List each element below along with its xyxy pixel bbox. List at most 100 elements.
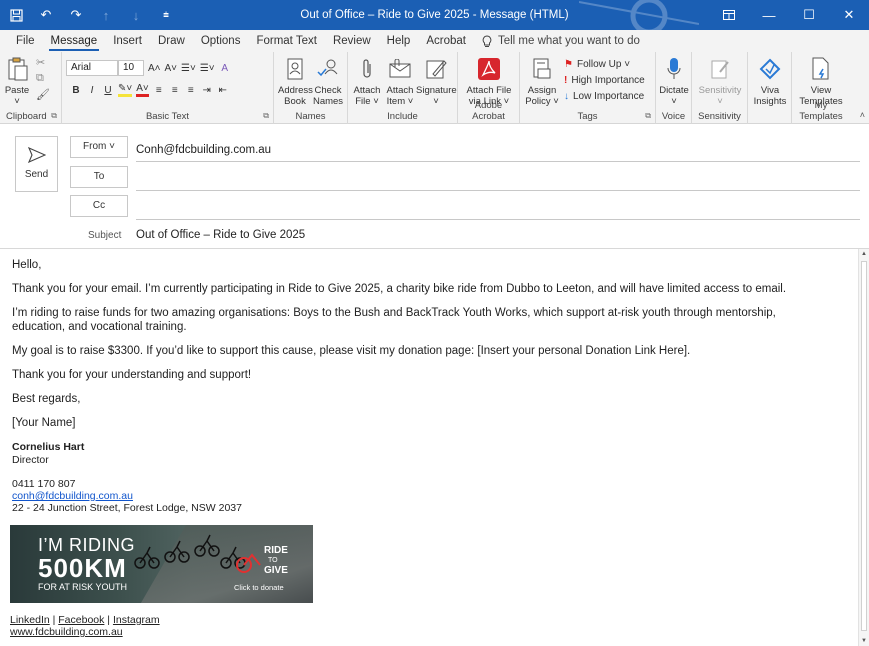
highlight-icon[interactable]: ✎˅ [118, 83, 133, 97]
linkedin-link[interactable]: LinkedIn [10, 614, 50, 626]
banner-line-3: FOR AT RISK YOUTH [38, 582, 128, 592]
envelope-clip-icon [386, 55, 414, 83]
italic-button[interactable]: I [86, 85, 98, 96]
send-button[interactable]: Send [15, 136, 58, 192]
ride-to-give-banner[interactable]: I’M RIDING 500KM FOR AT RISK YOUTH RIDE … [10, 525, 313, 603]
down-arrow-icon[interactable]: ↓ [128, 7, 144, 23]
facebook-link[interactable]: Facebook [58, 614, 104, 626]
body-paragraph-2a: I’m riding to raise funds for two amazin… [12, 307, 776, 319]
tab-options[interactable]: Options [193, 30, 249, 52]
tags-launcher-icon[interactable]: ⧉ [645, 111, 651, 121]
signature-button[interactable]: Signature ˅ [416, 55, 457, 107]
outdent-icon[interactable]: ⇤ [217, 85, 229, 96]
customize-toolbar-icon[interactable]: ⩧ [158, 7, 174, 23]
microphone-icon [660, 55, 688, 83]
website-link[interactable]: www.fdcbuilding.com.au [10, 626, 123, 638]
ribbon-display-icon[interactable] [709, 0, 749, 30]
body-paragraph-3: My goal is to raise $3300. If you’d like… [12, 345, 691, 357]
sensitivity-label-2: ˅ [717, 96, 723, 107]
close-button[interactable]: ✕ [829, 0, 869, 30]
underline-button[interactable]: U [102, 85, 114, 96]
sensitivity-button[interactable]: Sensitivity ˅ [694, 55, 746, 107]
high-importance-button[interactable]: ! High Importance [564, 72, 645, 88]
group-voice: Dictate ˅ Voice [656, 52, 692, 124]
message-body[interactable]: Hello, Thank you for your email. I’m cur… [12, 258, 852, 514]
tab-help[interactable]: Help [379, 30, 419, 52]
scroll-down-icon[interactable]: ▼ [861, 638, 867, 644]
font-name-value: Arial [71, 62, 92, 73]
attach-file-button[interactable]: Attach File ˅ [352, 55, 382, 107]
check-names-button[interactable]: Check Names [312, 55, 344, 107]
cc-input[interactable] [136, 195, 860, 219]
collapse-ribbon-icon[interactable]: ˄ [860, 110, 865, 120]
subject-input[interactable]: Out of Office – Ride to Give 2025 [136, 229, 305, 241]
tab-acrobat[interactable]: Acrobat [418, 30, 474, 52]
numbering-icon[interactable]: ☰˅ [200, 63, 215, 74]
align-left-icon[interactable]: ≡ [153, 85, 165, 96]
tab-review[interactable]: Review [325, 30, 379, 52]
dictate-button[interactable]: Dictate ˅ [658, 55, 690, 107]
signature-name: Cornelius Hart [12, 441, 85, 453]
indent-icon[interactable]: ⇥ [201, 85, 213, 96]
from-button[interactable]: From ˅ [70, 136, 128, 158]
tab-file[interactable]: File [8, 30, 43, 52]
address-book-label-2: Book [284, 96, 306, 107]
bullets-icon[interactable]: ☰˅ [181, 63, 196, 74]
assign-policy-button[interactable]: Assign Policy ˅ [524, 55, 560, 107]
cut-icon[interactable]: ✂ [36, 56, 45, 69]
viva-label-1: Viva [760, 85, 780, 96]
check-names-label-1: Check [314, 85, 342, 96]
address-book-button[interactable]: Address Book [278, 55, 313, 107]
format-painter-icon[interactable]: 🖌 [36, 88, 50, 101]
redo-icon[interactable]: ↷ [68, 7, 84, 23]
copy-icon[interactable]: ⧉ [36, 72, 44, 85]
font-name-combo[interactable]: Arial [66, 60, 118, 76]
tab-message[interactable]: Message [43, 30, 106, 52]
paperclip-icon [353, 55, 381, 83]
scroll-thumb[interactable] [861, 261, 867, 631]
low-importance-button[interactable]: ↓ Low Importance [564, 88, 644, 104]
paste-button[interactable]: Paste ˅ [4, 55, 30, 107]
signature-email-link[interactable]: conh@fdcbuilding.com.au [12, 490, 133, 502]
to-button[interactable]: To [70, 166, 128, 188]
instagram-link[interactable]: Instagram [113, 614, 160, 626]
body-scrollbar[interactable]: ▲ ▼ [858, 249, 869, 646]
up-arrow-icon[interactable]: ↑ [98, 7, 114, 23]
undo-icon[interactable]: ↶ [38, 7, 54, 23]
sensitivity-label-1: Sensitivity [698, 85, 742, 96]
assign-policy-label-2: Policy ˅ [525, 96, 559, 107]
paste-dropdown-icon: ˅ [14, 96, 20, 107]
font-color-icon[interactable]: A˅ [136, 83, 149, 97]
tab-insert[interactable]: Insert [105, 30, 150, 52]
tab-format-text[interactable]: Format Text [248, 30, 325, 52]
send-label: Send [24, 169, 49, 180]
scroll-up-icon[interactable]: ▲ [861, 251, 867, 257]
save-icon[interactable] [8, 7, 24, 23]
tab-draw[interactable]: Draw [150, 30, 193, 52]
high-importance-icon: ! [564, 74, 568, 86]
bold-button[interactable]: B [70, 85, 82, 96]
basic-text-launcher-icon[interactable]: ⧉ [263, 111, 269, 121]
logo-word-2: TO [268, 557, 278, 564]
body-paragraph-1: Thank you for your email. I’m currently … [12, 283, 787, 295]
cc-button[interactable]: Cc [70, 195, 128, 217]
clipboard-launcher-icon[interactable]: ⧉ [51, 111, 57, 121]
shrink-font-icon[interactable]: A˅ [165, 63, 178, 74]
to-input[interactable] [136, 166, 860, 190]
attach-item-button[interactable]: Attach Item ˅ [384, 55, 416, 107]
include-group-label: Include [387, 111, 418, 122]
tell-me-box[interactable]: Tell me what you want to do [482, 34, 640, 48]
follow-up-button[interactable]: ⚑ Follow Up ˅ [564, 56, 630, 72]
align-center-icon[interactable]: ≡ [169, 85, 181, 96]
title-bar: ↶ ↷ ↑ ↓ ⩧ Out of Office – Ride to Give 2… [0, 0, 869, 30]
clear-formatting-icon[interactable]: A [219, 63, 231, 74]
viva-insights-button[interactable]: Viva Insights [750, 55, 790, 107]
grow-font-icon[interactable]: A˄ [148, 63, 161, 74]
signature-label-2: ˅ [433, 96, 439, 107]
viva-label-2: Insights [753, 96, 787, 107]
align-right-icon[interactable]: ≡ [185, 85, 197, 96]
font-size-combo[interactable]: 10 [118, 60, 144, 76]
maximize-button[interactable]: ☐ [789, 0, 829, 30]
minimize-button[interactable]: — [749, 0, 789, 30]
cyclists-graphic [134, 534, 246, 569]
